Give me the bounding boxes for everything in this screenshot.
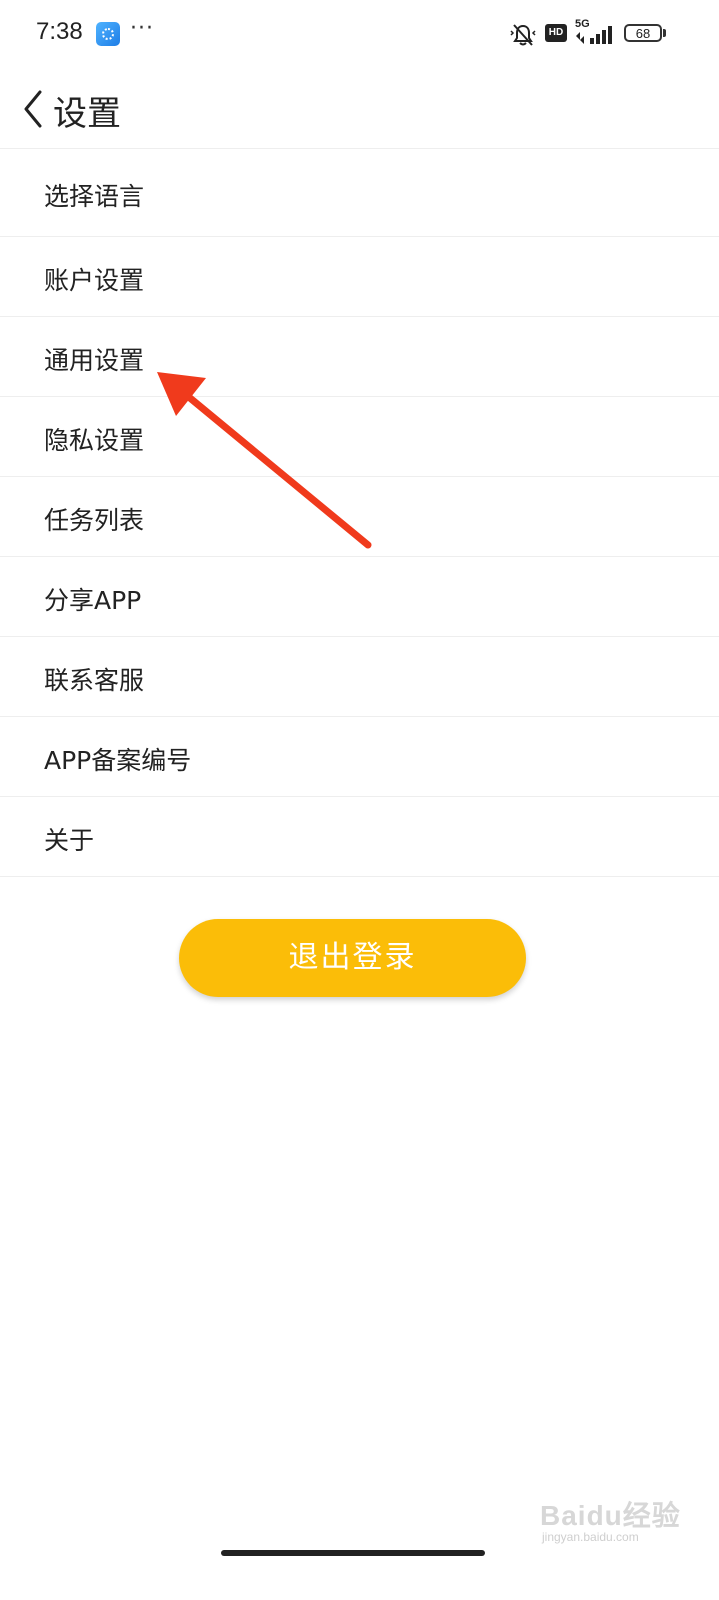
menu-item-task-list[interactable]: 任务列表 <box>0 477 719 557</box>
menu-item-account-settings[interactable]: 账户设置 <box>0 237 719 317</box>
page-header: 设置 <box>0 70 719 149</box>
menu-item-app-filing-number[interactable]: APP备案编号 <box>0 717 719 797</box>
menu-item-label: 通用设置 <box>44 346 145 375</box>
silent-bell-icon <box>510 24 536 46</box>
battery-tip <box>663 29 666 37</box>
menu-item-about[interactable]: 关于 <box>0 797 719 877</box>
signal-strength-icon <box>576 26 612 44</box>
chevron-left-icon[interactable] <box>20 88 46 130</box>
menu-item-label: 账户设置 <box>44 266 145 295</box>
hd-badge: HD <box>545 24 567 42</box>
menu-item-label: 关于 <box>44 826 95 855</box>
battery-icon: 68 <box>624 24 662 42</box>
menu-item-share-app[interactable]: 分享APP <box>0 557 719 637</box>
menu-item-label: 选择语言 <box>44 182 145 211</box>
menu-item-general-settings[interactable]: 通用设置 <box>0 317 719 397</box>
page-title: 设置 <box>53 94 121 134</box>
watermark-url: jingyan.baidu.com <box>542 1530 639 1544</box>
status-time: 7:38 <box>36 18 83 45</box>
menu-item-label: 联系客服 <box>44 666 145 695</box>
more-notifications-icon: ··· <box>130 16 154 41</box>
watermark-logo: Baidu经验 <box>540 1500 681 1531</box>
menu-item-privacy-settings[interactable]: 隐私设置 <box>0 397 719 477</box>
app-notification-icon <box>96 22 120 46</box>
menu-item-label: APP备案编号 <box>44 746 192 775</box>
status-bar: 7:38 ··· HD 5G 68 <box>0 0 719 70</box>
baidu-jingyan-watermark: Baidu经验 jingyan.baidu.com <box>540 1494 710 1554</box>
home-indicator[interactable] <box>221 1550 485 1556</box>
menu-item-label: 任务列表 <box>44 506 145 535</box>
menu-item-contact-support[interactable]: 联系客服 <box>0 637 719 717</box>
menu-item-label: 隐私设置 <box>44 426 145 455</box>
settings-menu-list: 选择语言 账户设置 通用设置 隐私设置 任务列表 分享APP 联系客服 APP备… <box>0 149 719 877</box>
menu-item-language[interactable]: 选择语言 <box>0 149 719 237</box>
settings-screen: 7:38 ··· HD 5G 68 设置 选择语言 账户设置 通用设置 隐私设置… <box>0 0 719 1600</box>
menu-item-label: 分享APP <box>44 586 142 615</box>
logout-button[interactable]: 退出登录 <box>179 919 526 997</box>
